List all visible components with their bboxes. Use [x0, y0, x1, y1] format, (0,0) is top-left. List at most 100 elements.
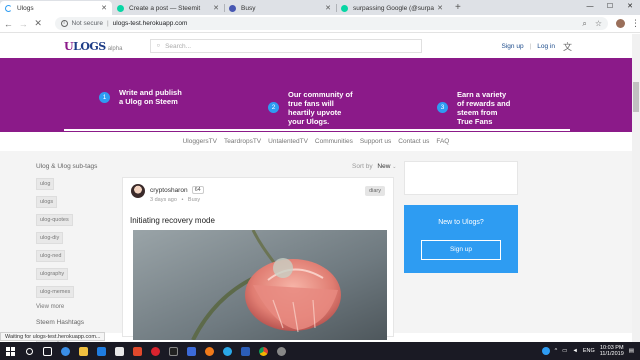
url-text[interactable]: ulogs-test.herokuapp.com — [113, 20, 188, 27]
bookmark-star-icon[interactable]: ☆ — [595, 19, 602, 29]
post-tag[interactable]: diary — [365, 186, 385, 196]
post-title[interactable]: Initiating recovery mode — [130, 216, 215, 225]
nav-contact-us[interactable]: Contact us — [398, 138, 429, 145]
stop-icon[interactable]: ✕ — [32, 18, 45, 29]
nav-support-us[interactable]: Support us — [360, 138, 391, 145]
skype-icon[interactable] — [218, 342, 236, 360]
post-meta: 3 days ago • Busy — [150, 197, 200, 203]
tag-chip[interactable]: ulog — [36, 178, 55, 190]
volume-icon[interactable]: ◄ — [572, 348, 577, 354]
close-icon[interactable]: ✕ — [437, 4, 443, 12]
signup-button[interactable]: Sign up — [421, 240, 501, 260]
post-app: Busy — [187, 197, 201, 203]
close-icon[interactable]: ✕ — [325, 4, 331, 12]
search-icon: ○ — [156, 43, 161, 49]
omnibox-actions: ⌕ ☆ — [582, 19, 602, 29]
toolbar-right: ⋮ — [616, 18, 640, 29]
nav-untalentedtv[interactable]: UntalentedTV — [268, 138, 308, 145]
sort-label: Sort by — [352, 163, 373, 170]
windows-start-icon[interactable] — [0, 342, 20, 360]
ulogs-logo[interactable]: ULOGS alpha — [64, 40, 122, 53]
tab-title: Ulogs — [17, 4, 34, 12]
close-icon[interactable]: ✕ — [213, 4, 219, 12]
signup-link[interactable]: Sign up — [502, 43, 524, 50]
task-view-icon[interactable] — [38, 342, 56, 360]
tag-chip[interactable]: ulog-diy — [36, 232, 64, 244]
reputation-badge: 64 — [191, 186, 204, 194]
search-icon[interactable] — [20, 342, 38, 360]
system-tray: ^ ▭ ◄ ENG 10:03 PM 11/1/2019 ▤ — [541, 345, 640, 358]
app-icon[interactable] — [164, 342, 182, 360]
promo-title: New to Ulogs? — [438, 219, 484, 226]
author-name[interactable]: cryptosharon — [150, 187, 188, 194]
word-icon[interactable] — [236, 342, 254, 360]
app-icon[interactable] — [182, 342, 200, 360]
tag-chip[interactable]: ulog-memes — [36, 286, 75, 298]
opera-icon[interactable] — [146, 342, 164, 360]
hero-divider — [64, 129, 570, 131]
maximize-icon[interactable]: ☐ — [600, 0, 620, 14]
sort-control[interactable]: Sort by New ⌄ — [352, 163, 396, 170]
network-icon[interactable]: ▭ — [562, 348, 567, 354]
nav-ulogerstv[interactable]: UloggersTV — [183, 138, 217, 145]
zoom-icon[interactable]: ⌕ — [582, 19, 586, 29]
forward-icon[interactable]: → — [17, 19, 30, 29]
step-number: 3 — [437, 102, 448, 113]
browser-status-text: Waiting for ulogs-test.herokuapp.com... — [0, 332, 106, 341]
nav-faq[interactable]: FAQ — [436, 138, 449, 145]
language-icon[interactable]: 文 — [563, 40, 572, 53]
minimize-icon[interactable]: — — [580, 0, 600, 14]
hero-step-3: 3 Earn a variety of rewards and steem fr… — [437, 90, 510, 126]
dropbox-icon[interactable] — [92, 342, 110, 360]
firefox-icon[interactable] — [200, 342, 218, 360]
file-explorer-icon[interactable] — [74, 342, 92, 360]
new-tab-button[interactable]: + — [448, 1, 468, 15]
search-input[interactable]: ○ Search... — [150, 39, 423, 53]
tag-chip[interactable]: ulogs — [36, 196, 58, 208]
notifications-icon[interactable]: ▤ — [629, 348, 634, 354]
tray-app-icon[interactable] — [541, 347, 550, 355]
nav-communities[interactable]: Communities — [315, 138, 353, 145]
tray-chevron-icon[interactable]: ^ — [555, 348, 558, 354]
post-card[interactable]: cryptosharon 64 3 days ago • Busy diary … — [122, 177, 394, 340]
hero-step-2: 2 Our community of true fans will hearti… — [268, 90, 353, 126]
close-window-icon[interactable]: ✕ — [620, 0, 640, 14]
hero-step-1: 1 Write and publish a Ulog on Steem — [99, 88, 182, 106]
post-image[interactable] — [133, 230, 387, 340]
tab-title: surpassing Google (@surpassing — [353, 4, 435, 12]
busy-favicon-icon — [229, 4, 236, 12]
language-indicator[interactable]: ENG — [583, 348, 595, 354]
back-icon[interactable]: ← — [2, 19, 15, 29]
profile-avatar[interactable] — [616, 19, 625, 28]
nav-teardropstv[interactable]: TeardropsTV — [224, 138, 261, 145]
browser-tab-busy[interactable]: Busy ✕ — [224, 1, 336, 15]
browser-tab-surpassing[interactable]: surpassing Google (@surpassing ✕ — [336, 1, 448, 15]
menu-kebab-icon[interactable]: ⋮ — [631, 18, 640, 29]
tag-chip[interactable]: ulog-ned — [36, 250, 66, 262]
store-icon[interactable] — [110, 342, 128, 360]
app-icon[interactable] — [272, 342, 290, 360]
view-more-link[interactable]: View more — [36, 304, 116, 310]
right-panel-box — [404, 161, 518, 195]
avatar[interactable] — [131, 184, 145, 198]
steemit-favicon-icon — [341, 4, 348, 12]
chrome-icon[interactable] — [254, 342, 272, 360]
sidebar-heading: Steem Hashtags — [36, 319, 85, 326]
page-scrollbar[interactable] — [632, 34, 640, 342]
tag-chip[interactable]: ulography — [36, 268, 69, 280]
address-bar[interactable]: i Not secure | ulogs-test.herokuapp.com … — [54, 17, 608, 30]
tag-chip[interactable]: ulog-quotes — [36, 214, 73, 226]
edge-browser-icon[interactable] — [56, 342, 74, 360]
info-icon[interactable]: i — [60, 20, 68, 27]
browser-tab-steemit[interactable]: Create a post — Steemit ✕ — [112, 1, 224, 15]
scrollbar-thumb[interactable] — [633, 82, 639, 112]
office-icon[interactable] — [128, 342, 146, 360]
login-link[interactable]: Log in — [537, 43, 555, 50]
post-author-row: cryptosharon 64 — [150, 186, 204, 194]
taskbar-clock[interactable]: 10:03 PM 11/1/2019 — [600, 345, 624, 358]
close-icon[interactable]: ✕ — [101, 4, 107, 12]
auth-links: Sign up | Log in 文 — [502, 40, 572, 53]
search-placeholder: Search... — [165, 42, 192, 50]
browser-tab-ulogs[interactable]: Ulogs ✕ — [0, 1, 112, 15]
hero-banner: 1 Write and publish a Ulog on Steem 2 Ou… — [0, 58, 632, 132]
